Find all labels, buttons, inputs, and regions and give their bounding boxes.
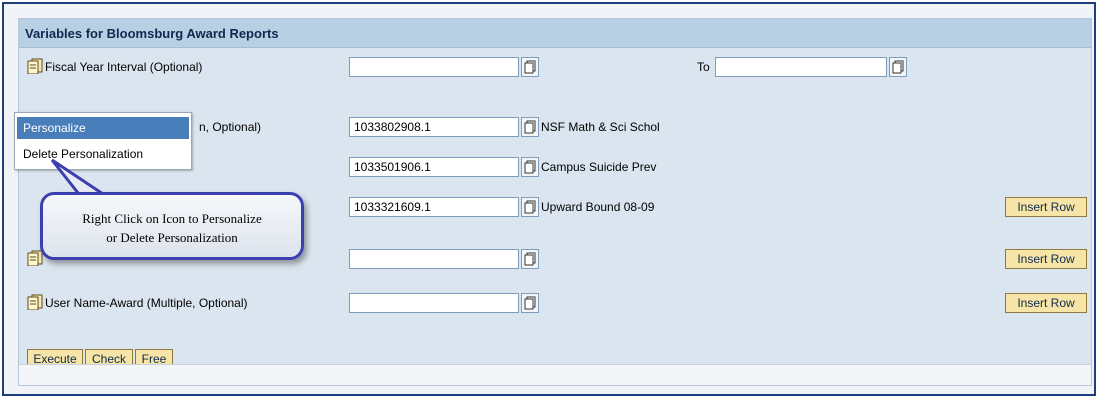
fiscal-year-to-input[interactable] bbox=[715, 57, 887, 77]
variable-multi-icon[interactable] bbox=[27, 294, 43, 310]
insert-row-button[interactable]: Insert Row bbox=[1005, 293, 1087, 313]
award-description: Campus Suicide Prev bbox=[541, 160, 657, 174]
user-name-award-input[interactable] bbox=[349, 293, 519, 313]
panel-header: Variables for Bloomsburg Award Reports bbox=[19, 19, 1091, 48]
award-description: NSF Math & Sci Schol bbox=[541, 120, 660, 134]
award-value-input-3[interactable] bbox=[349, 197, 519, 217]
page-title: Variables for Bloomsburg Award Reports bbox=[25, 26, 279, 41]
value-help-icon[interactable] bbox=[521, 293, 539, 313]
variable-multi-icon[interactable] bbox=[27, 58, 43, 74]
value-help-icon[interactable] bbox=[521, 197, 539, 217]
variable-label: User Name-Award (Multiple, Optional) bbox=[45, 296, 248, 310]
value-help-icon[interactable] bbox=[521, 57, 539, 77]
to-label: To bbox=[697, 60, 710, 74]
callout-text: Right Click on Icon to Personalize or De… bbox=[43, 209, 301, 247]
menu-item-personalize[interactable]: Personalize bbox=[17, 117, 189, 139]
callout-line-2: or Delete Personalization bbox=[106, 230, 238, 245]
fiscal-year-from-input[interactable] bbox=[349, 57, 519, 77]
panel-footer-strip bbox=[19, 364, 1091, 385]
award-value-input-2[interactable] bbox=[349, 157, 519, 177]
callout-line-1: Right Click on Icon to Personalize bbox=[82, 211, 262, 226]
award-description: Upward Bound 08-09 bbox=[541, 200, 655, 214]
context-menu: Personalize Delete Personalization bbox=[14, 112, 192, 170]
insert-row-button[interactable]: Insert Row bbox=[1005, 249, 1087, 269]
value-help-icon[interactable] bbox=[521, 249, 539, 269]
variable-row-fiscal-year: Fiscal Year Interval (Optional) To bbox=[19, 55, 1091, 81]
value-help-icon[interactable] bbox=[521, 117, 539, 137]
variable-row-user-name: User Name-Award (Multiple, Optional) Ins… bbox=[19, 291, 1091, 317]
variable-label: Fiscal Year Interval (Optional) bbox=[45, 60, 203, 74]
insert-row-button[interactable]: Insert Row bbox=[1005, 197, 1087, 217]
variable-label: n, Optional) bbox=[199, 120, 262, 134]
value-help-icon[interactable] bbox=[521, 157, 539, 177]
menu-item-delete-personalization[interactable]: Delete Personalization bbox=[17, 143, 189, 165]
variable-value-input[interactable] bbox=[349, 249, 519, 269]
instruction-callout: Right Click on Icon to Personalize or De… bbox=[40, 192, 304, 260]
value-help-icon[interactable] bbox=[889, 57, 907, 77]
award-value-input-1[interactable] bbox=[349, 117, 519, 137]
